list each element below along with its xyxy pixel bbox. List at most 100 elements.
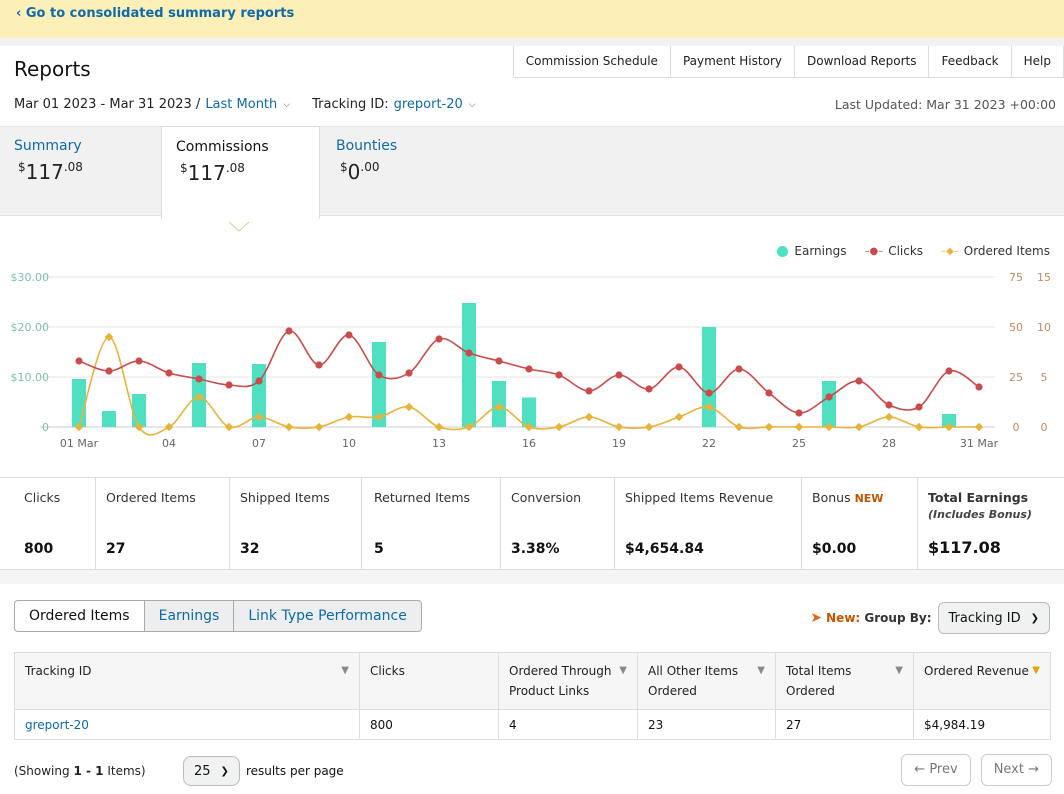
stat-ordered-items: Ordered Items 27 <box>96 478 230 569</box>
col-tracking-id[interactable]: Tracking ID ▼ <box>14 652 360 710</box>
clicks-point <box>945 367 953 375</box>
clicks-line-icon: –●– <box>864 245 884 257</box>
ordered-items-point <box>644 422 654 432</box>
commissions-tab[interactable]: Commissions $117.08 <box>161 126 320 219</box>
col-ordered-through-links[interactable]: Ordered Through Product Links ▼ <box>498 652 638 710</box>
commissions-amount: $117.08 <box>180 161 245 185</box>
per-page-select[interactable]: 25 ❯ <box>183 756 240 786</box>
sort-icon[interactable]: ▼ <box>619 661 627 681</box>
cell-total-items: 27 <box>775 709 914 740</box>
clicks-point <box>975 383 983 391</box>
payment-history-tab[interactable]: Payment History <box>670 46 795 78</box>
active-tab-pointer-icon <box>229 221 249 232</box>
y-tick-items: 10 <box>1037 321 1051 334</box>
y-tick-items: 15 <box>1037 271 1051 284</box>
legend-ordered-items[interactable]: –◆– Ordered Items <box>941 244 1050 258</box>
filter-row: Mar 01 2023 - Mar 31 2023 / Last Month ⌵… <box>14 97 476 112</box>
earnings-chart: $30.00 75 15$20.00 50 10$10.00 25 50 0 001 Mar 04… <box>11 271 1052 450</box>
clicks-point <box>615 371 623 379</box>
tracking-label: Tracking ID: <box>312 97 389 112</box>
legend-earnings[interactable]: Earnings <box>777 244 846 258</box>
sort-icon[interactable]: ▼ <box>341 661 349 681</box>
ordered-items-point <box>674 412 684 422</box>
ordered-line-icon: –◆– <box>941 245 959 257</box>
tab-earnings[interactable]: Earnings <box>144 600 235 632</box>
x-tick-label: 31 Mar <box>960 437 999 450</box>
col-clicks[interactable]: Clicks <box>359 652 499 710</box>
date-range: Mar 01 2023 - Mar 31 2023 / <box>14 97 201 112</box>
chart-legend: Earnings –●– Clicks –◆– Ordered Items <box>759 244 1050 258</box>
x-tick-label: 07 <box>252 437 266 450</box>
back-to-consolidated-link[interactable]: ‹ Go to consolidated summary reports <box>16 6 294 21</box>
ordered-items-point <box>224 422 234 432</box>
clicks-point <box>255 377 263 385</box>
col-ordered-revenue[interactable]: Ordered Revenue ▼ <box>913 652 1051 710</box>
earnings-bar <box>702 327 716 427</box>
earnings-bar <box>132 394 146 427</box>
earnings-bar <box>102 411 116 427</box>
x-tick-label: 10 <box>342 437 356 450</box>
tracking-id-dropdown[interactable]: greport-20 <box>394 97 463 112</box>
download-reports-tab[interactable]: Download Reports <box>794 46 930 78</box>
page-title: Reports <box>14 57 91 81</box>
clicks-point <box>435 335 443 343</box>
ordered-items-point <box>974 422 984 432</box>
group-by: ➤ New: Group By: Tracking ID ❯ <box>810 602 1050 634</box>
tracking-id-link[interactable]: greport-20 <box>14 709 360 740</box>
prev-button[interactable]: ← Prev <box>901 754 971 786</box>
ordered-items-point <box>764 422 774 432</box>
ordered-items-point <box>284 422 294 432</box>
stat-total-earnings: Total Earnings (Includes Bonus) $117.08 <box>928 490 1032 557</box>
sort-icon[interactable]: ▼ <box>757 661 765 681</box>
clicks-point <box>735 365 743 373</box>
ordered-items-point <box>614 422 624 432</box>
earnings-dot-icon <box>777 245 789 257</box>
clicks-point <box>195 375 203 383</box>
commission-schedule-tab[interactable]: Commission Schedule <box>513 46 671 78</box>
help-tab[interactable]: Help <box>1011 46 1064 78</box>
ordered-items-point <box>434 422 444 432</box>
summary-tab[interactable]: Summary $117.08 <box>0 126 161 218</box>
sort-icon[interactable]: ▼ <box>895 661 903 681</box>
showing-count: (Showing 1 - 1 Items) <box>14 764 146 778</box>
tab-ordered-items[interactable]: Ordered Items <box>14 600 145 632</box>
bounties-amount: $0.00 <box>340 160 380 184</box>
earnings-bar <box>822 381 836 427</box>
clicks-point <box>885 401 893 409</box>
y-tick-items: 0 <box>1041 421 1048 434</box>
commissions-tab-label: Commissions <box>176 139 269 155</box>
col-all-other-items[interactable]: All Other Items Ordered ▼ <box>637 652 776 710</box>
bounties-tab[interactable]: Bounties $0.00 <box>322 126 482 218</box>
stats-bar: Clicks 800 Ordered Items 27 Shipped Items 3… <box>0 477 1064 570</box>
rocket-icon: ➤ <box>810 610 823 626</box>
clicks-point <box>795 409 803 417</box>
ordered-items-point <box>314 422 324 432</box>
clicks-point <box>165 369 173 377</box>
summary-tab-label: Summary <box>14 138 82 154</box>
x-tick-label: 04 <box>162 437 176 450</box>
legend-clicks[interactable]: –●– Clicks <box>864 244 923 258</box>
sort-active-icon[interactable]: ▼ <box>1032 661 1040 681</box>
y-tick-items: 5 <box>1041 371 1048 384</box>
pagination: ← Prev Next → <box>891 754 1052 786</box>
clicks-point <box>915 403 923 411</box>
ordered-items-table: Tracking ID ▼ Clicks Ordered Through Prod… <box>14 652 1051 740</box>
period-dropdown[interactable]: Last Month <box>205 97 277 112</box>
group-by-select[interactable]: Tracking ID ❯ <box>937 602 1050 634</box>
cell-revenue: $4,984.19 <box>913 709 1051 740</box>
chevron-down-icon: ⌵ <box>283 99 291 110</box>
y-tick-clicks: 75 <box>1009 271 1023 284</box>
ordered-items-point <box>854 422 864 432</box>
next-button[interactable]: Next → <box>980 754 1052 786</box>
col-total-items[interactable]: Total Items Ordered ▼ <box>775 652 914 710</box>
x-tick-label: 28 <box>882 437 896 450</box>
earnings-bar <box>72 379 86 427</box>
divider-band <box>0 38 1064 46</box>
clicks-point <box>135 357 143 365</box>
clicks-point <box>495 357 503 365</box>
feedback-tab[interactable]: Feedback <box>929 46 1012 78</box>
tab-link-type-performance[interactable]: Link Type Performance <box>234 600 422 632</box>
summary-amount: $117.08 <box>18 160 83 184</box>
clicks-point <box>405 369 413 377</box>
stat-shipped-items: Shipped Items 32 <box>230 478 362 569</box>
